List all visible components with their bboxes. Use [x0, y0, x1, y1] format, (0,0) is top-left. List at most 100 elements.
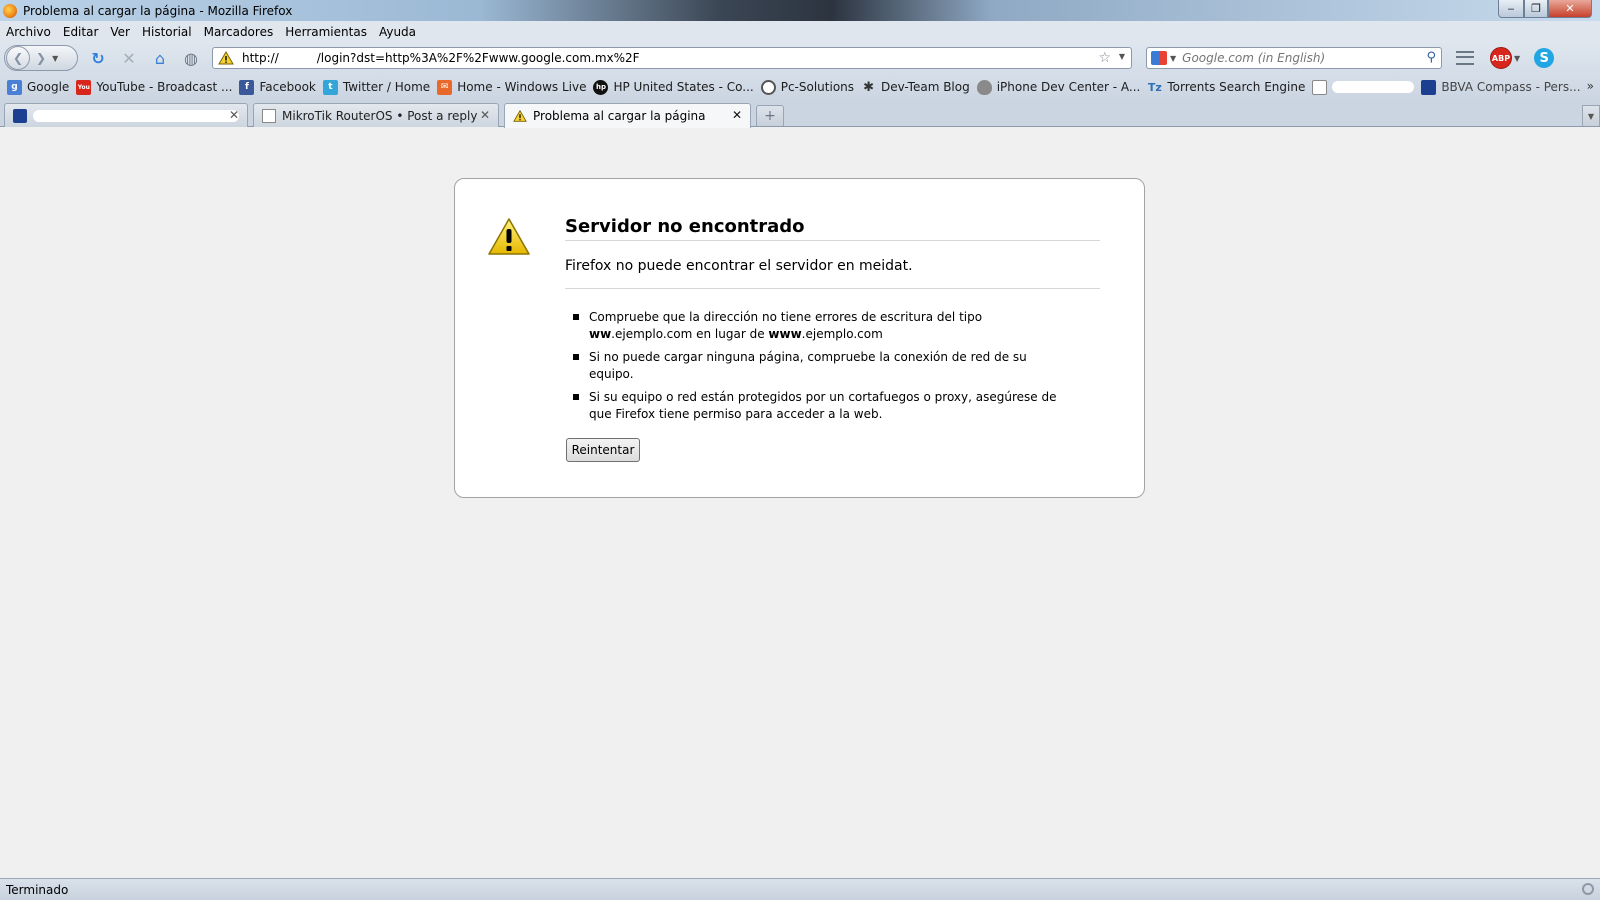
url-scheme: http://: [242, 51, 279, 65]
tab-redacted[interactable]: ✕: [4, 103, 248, 127]
bookmark-youtube[interactable]: You YouTube - Broadcast ...: [76, 79, 232, 95]
adblock-plus-icon[interactable]: ABP: [1490, 47, 1512, 69]
bookmark-pc-solutions[interactable]: Pc-Solutions: [760, 79, 855, 95]
list-all-tabs-button[interactable]: ▼: [1582, 105, 1600, 126]
status-bar: Terminado: [0, 878, 1600, 900]
home-icon: ⌂: [154, 48, 166, 68]
tab-close-icon[interactable]: ✕: [229, 108, 239, 122]
reload-icon: ↻: [91, 48, 105, 68]
retry-button[interactable]: Reintentar: [566, 438, 640, 462]
menu-marcadores[interactable]: Marcadores: [198, 25, 280, 39]
tab-strip: ✕ MikroTik RouterOS • Post a reply ✕ Pro…: [0, 100, 1600, 128]
bookmark-label: HP United States - Co...: [613, 80, 754, 94]
item-text: .ejemplo.com: [801, 327, 883, 341]
status-indicator-icon: [1582, 883, 1594, 895]
status-text: Terminado: [6, 882, 69, 897]
redacted-label: [1332, 81, 1415, 93]
redacted-tab-label: [33, 109, 239, 122]
stop-button[interactable]: ✕: [118, 47, 140, 69]
menu-ayuda[interactable]: Ayuda: [373, 25, 422, 39]
bookmark-label: BBVA Compass - Pers...: [1441, 80, 1581, 94]
tab-mikrotik[interactable]: MikroTik RouterOS • Post a reply ✕: [253, 103, 499, 127]
back-button[interactable]: ❮: [6, 46, 30, 70]
bookmark-torrents[interactable]: Tz Torrents Search Engine: [1147, 80, 1305, 95]
history-dropdown-icon[interactable]: ▼: [52, 54, 58, 63]
url-bar[interactable]: http:// /login?dst=http%3A%2F%2Fwww.googl…: [212, 47, 1132, 69]
url-dropdown-icon[interactable]: ▼: [1119, 52, 1125, 61]
tab-close-icon[interactable]: ✕: [480, 108, 490, 122]
bookmark-label: Facebook: [259, 80, 316, 94]
skype-icon[interactable]: S: [1534, 48, 1555, 68]
warning-icon: [513, 109, 527, 122]
url-text: http:// /login?dst=http%3A%2F%2Fwww.googl…: [242, 51, 640, 65]
globe-icon: ◍: [184, 48, 198, 68]
close-button[interactable]: ✕: [1548, 0, 1592, 18]
bookmark-twitter[interactable]: t Twitter / Home: [322, 79, 430, 95]
google-search-engine-icon[interactable]: [1151, 51, 1167, 65]
back-forward-group: ❮ ❯ ▼: [4, 45, 78, 71]
warning-icon: [488, 218, 530, 255]
tab-label: MikroTik RouterOS • Post a reply: [282, 108, 478, 123]
error-long-description: Compruebe que la dirección no tiene erro…: [573, 309, 1073, 429]
window-title: Problema al cargar la página - Mozilla F…: [23, 3, 293, 18]
bookmark-windows-live[interactable]: ✉ Home - Windows Live: [437, 79, 587, 95]
bookmark-google[interactable]: g Google: [7, 79, 70, 95]
search-input[interactable]: [1182, 51, 1413, 65]
bookmark-bbva[interactable]: BBVA Compass - Pers...: [1421, 79, 1581, 95]
bookmarks-toolbar: g Google You YouTube - Broadcast ... f F…: [0, 74, 1600, 100]
menu-archivo[interactable]: Archivo: [0, 25, 57, 39]
bookmark-star-icon[interactable]: ☆: [1098, 50, 1111, 66]
page-icon: [262, 108, 276, 123]
item-bold: ww: [589, 327, 612, 341]
menu-list-icon[interactable]: [1456, 51, 1474, 65]
google-icon: g: [7, 79, 22, 95]
tab-close-icon[interactable]: ✕: [732, 108, 742, 122]
page-icon: [1312, 79, 1328, 95]
bookmarks-overflow-icon[interactable]: »: [1587, 79, 1594, 93]
adblock-dropdown-icon[interactable]: ▼: [1514, 54, 1520, 63]
bookmark-facebook[interactable]: f Facebook: [239, 79, 316, 95]
twitter-icon: t: [322, 79, 338, 95]
bookmark-label: Torrents Search Engine: [1167, 80, 1306, 94]
arrow-right-icon: ❯: [36, 51, 47, 65]
window-controls: ‒ ❐ ✕: [1498, 0, 1592, 18]
item-text: .ejemplo.com en lugar de: [611, 327, 769, 341]
page-content: Servidor no encontrado Firefox no puede …: [0, 128, 1600, 878]
forward-button[interactable]: ❯: [36, 51, 46, 65]
bookmark-hp[interactable]: hp HP United States - Co...: [593, 79, 754, 95]
menu-ver[interactable]: Ver: [104, 25, 136, 39]
bookmark-label: Home - Windows Live: [457, 80, 587, 94]
home-button[interactable]: ⌂: [149, 47, 171, 69]
bookmark-label: Google: [27, 80, 70, 94]
error-title: Servidor no encontrado: [565, 216, 1100, 241]
menu-herramientas[interactable]: Herramientas: [279, 25, 373, 39]
bookmark-redacted[interactable]: [1312, 79, 1415, 95]
bookmark-dev-team[interactable]: ✱ Dev-Team Blog: [861, 80, 970, 95]
hp-icon: hp: [593, 79, 609, 95]
apple-icon: [976, 79, 992, 95]
search-engine-dropdown-icon[interactable]: ▼: [1170, 54, 1176, 63]
torrents-icon: Tz: [1147, 80, 1162, 94]
reload-button[interactable]: ↻: [87, 47, 109, 69]
maximize-button[interactable]: ❐: [1524, 0, 1548, 18]
new-tab-button[interactable]: +: [756, 105, 784, 126]
url-redacted-host: [278, 52, 317, 65]
menu-historial[interactable]: Historial: [136, 25, 198, 39]
bbva-icon: [1421, 79, 1437, 95]
menu-bar: Archivo Editar Ver Historial Marcadores …: [0, 21, 1600, 42]
facebook-icon: f: [239, 79, 255, 95]
minimize-button[interactable]: ‒: [1498, 0, 1524, 18]
stop-icon: ✕: [122, 48, 136, 68]
bookmark-iphone-dev[interactable]: iPhone Dev Center - A...: [976, 79, 1140, 95]
navigation-toolbar: ❮ ❯ ▼ ↻ ✕ ⌂ ◍ http:// /login?dst=http%3A%…: [0, 42, 1600, 74]
url-path: /login?dst=http%3A%2F%2Fwww.google.com.m…: [316, 51, 640, 65]
plus-icon: +: [764, 108, 776, 124]
windows-live-icon: ✉: [437, 79, 453, 95]
title-bar: Problema al cargar la página - Mozilla F…: [0, 0, 1600, 21]
addon-button[interactable]: ◍: [180, 47, 202, 69]
arrow-left-icon: ❮: [12, 51, 24, 65]
search-icon[interactable]: ⚲: [1426, 50, 1436, 65]
bookmark-label: Pc-Solutions: [780, 80, 855, 94]
tab-error-page[interactable]: Problema al cargar la página ✕: [504, 103, 751, 128]
menu-editar[interactable]: Editar: [57, 25, 105, 39]
